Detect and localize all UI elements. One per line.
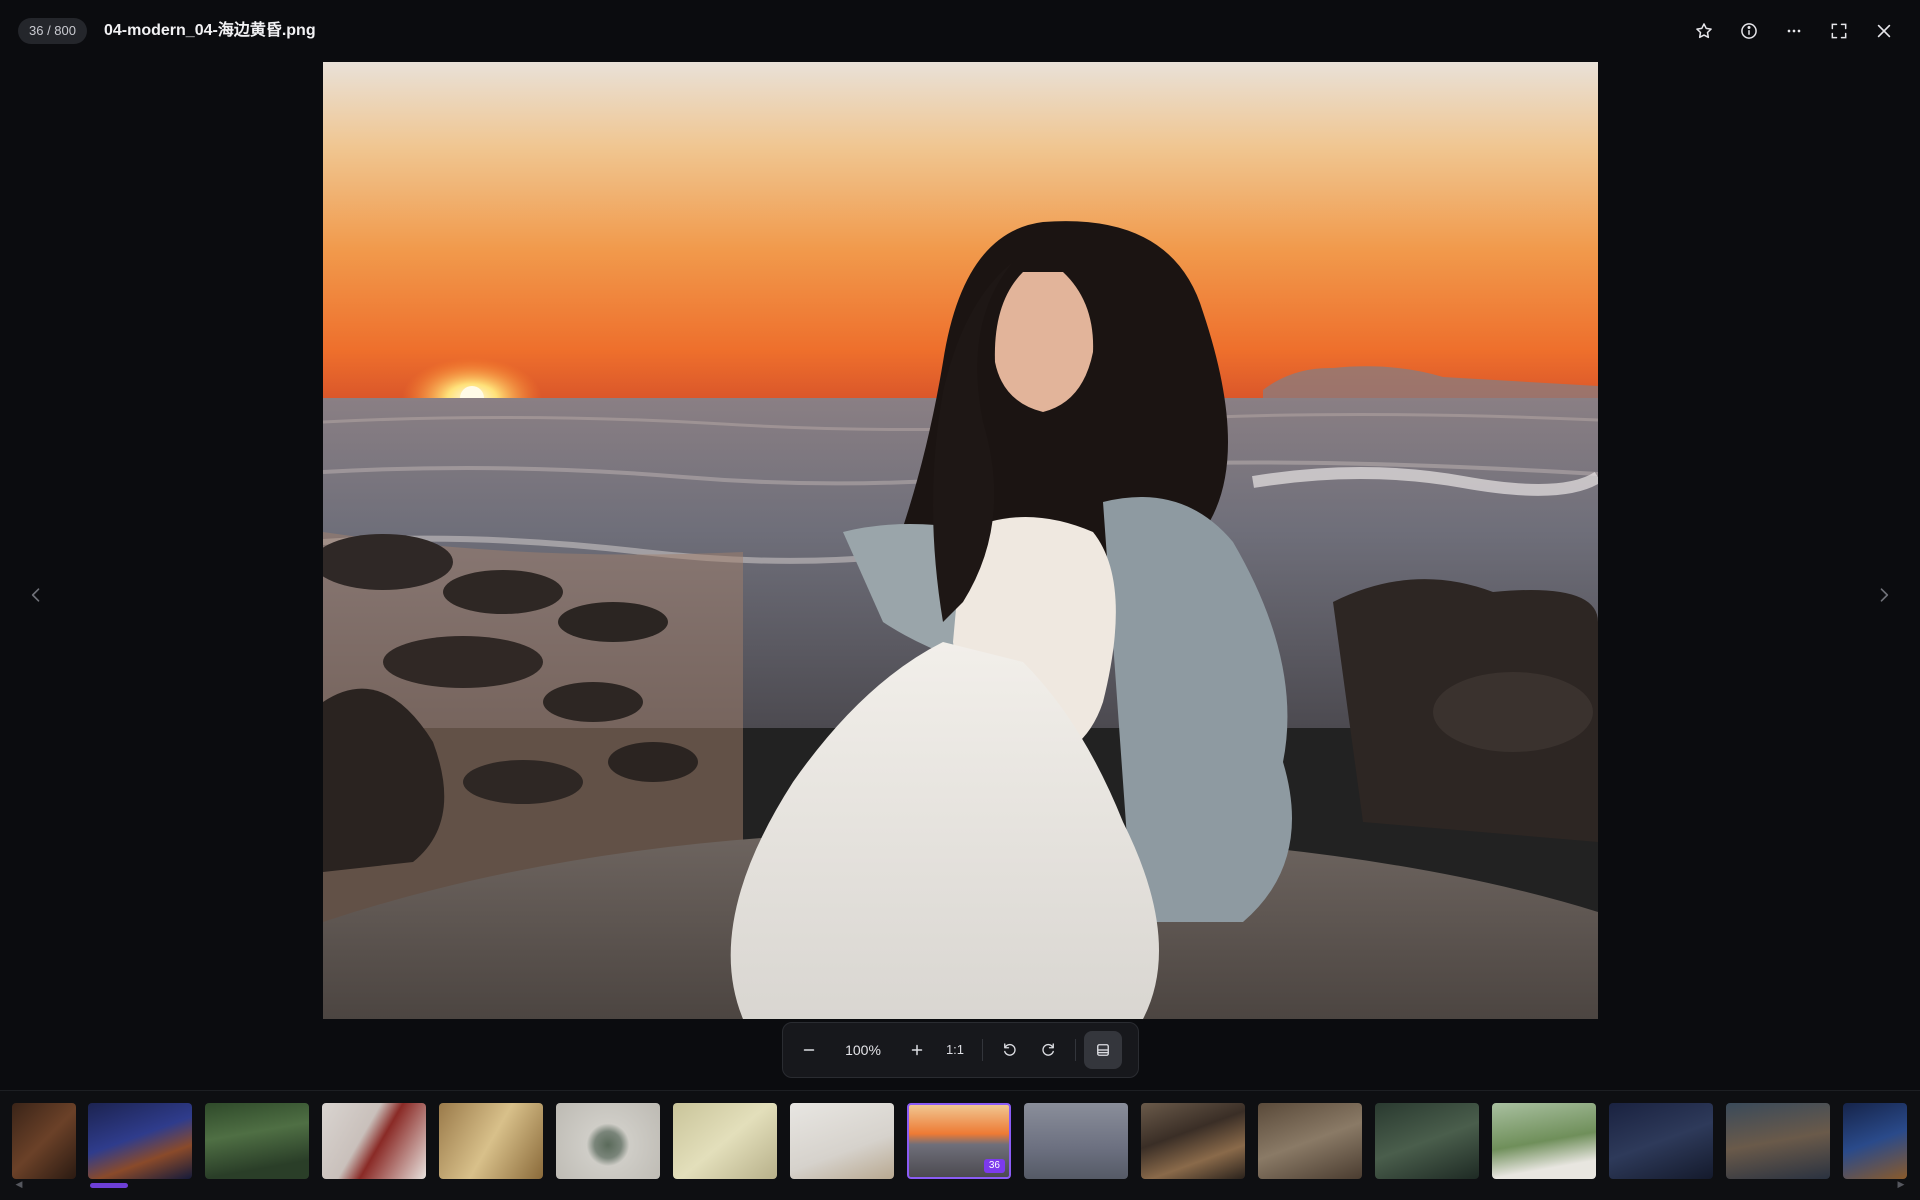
favorite-star-icon[interactable] <box>1686 13 1722 49</box>
thumbnail[interactable] <box>673 1103 777 1179</box>
thumbnail[interactable] <box>556 1103 660 1179</box>
thumbnail[interactable] <box>1375 1103 1479 1179</box>
thumbnail[interactable] <box>1843 1103 1907 1179</box>
toolbar-divider <box>1075 1039 1076 1061</box>
thumbnail[interactable] <box>1024 1103 1128 1179</box>
info-icon[interactable] <box>1731 13 1767 49</box>
main-image[interactable] <box>323 62 1598 1019</box>
actual-size-button[interactable]: 1:1 <box>936 1031 974 1069</box>
thumbnail[interactable] <box>1726 1103 1830 1179</box>
thumbnail[interactable] <box>88 1103 192 1179</box>
close-icon[interactable] <box>1866 13 1902 49</box>
filmstrip-scrollbar-thumb[interactable] <box>90 1183 128 1188</box>
image-counter: 36 / 800 <box>18 18 87 44</box>
thumbnail[interactable] <box>1258 1103 1362 1179</box>
more-icon[interactable] <box>1776 13 1812 49</box>
zoom-out-minus-icon[interactable] <box>790 1031 828 1069</box>
thumbnail[interactable] <box>1141 1103 1245 1179</box>
rotate-right-icon[interactable] <box>1029 1031 1067 1069</box>
thumbnail[interactable] <box>1609 1103 1713 1179</box>
thumbnail[interactable] <box>205 1103 309 1179</box>
thumbnail[interactable] <box>1492 1103 1596 1179</box>
thumbnail[interactable] <box>790 1103 894 1179</box>
thumbnail[interactable] <box>439 1103 543 1179</box>
filmstrip-scrollbar[interactable] <box>0 1183 1920 1189</box>
thumbnail-current[interactable]: 36 <box>907 1103 1011 1179</box>
thumbnail-list: 36 <box>0 1103 1920 1179</box>
file-name: 04-modern_04-海边黄昏.png <box>104 22 316 39</box>
top-actions <box>1686 13 1902 49</box>
thumbnail[interactable] <box>12 1103 76 1179</box>
toolbar-divider <box>982 1039 983 1061</box>
previous-image-arrow-icon[interactable] <box>16 575 56 615</box>
zoom-in-plus-icon[interactable] <box>898 1031 936 1069</box>
rotate-left-icon[interactable] <box>991 1031 1029 1069</box>
filmstrip-toggle-icon[interactable] <box>1084 1031 1122 1069</box>
zoom-level: 100% <box>845 1042 881 1058</box>
zoom-toolbar: 100% 1:1 <box>782 1022 1139 1078</box>
top-bar: 36 / 800 04-modern_04-海边黄昏.png <box>0 0 1920 62</box>
filmstrip-scroll-right-icon[interactable]: ▶ <box>1896 1178 1906 1190</box>
thumbnail[interactable] <box>322 1103 426 1179</box>
fullscreen-icon[interactable] <box>1821 13 1857 49</box>
next-image-arrow-icon[interactable] <box>1864 575 1904 615</box>
current-index-badge: 36 <box>983 1159 1005 1173</box>
